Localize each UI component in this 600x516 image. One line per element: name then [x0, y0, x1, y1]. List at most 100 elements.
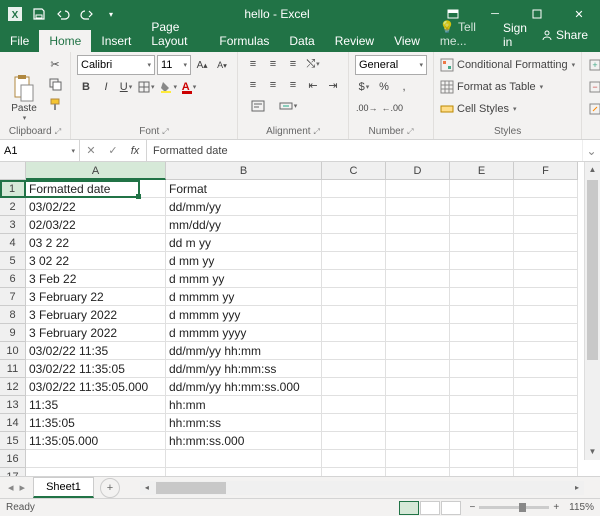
cell[interactable] [514, 306, 578, 324]
cell[interactable] [386, 198, 450, 216]
column-header[interactable]: A [26, 162, 166, 180]
cell[interactable]: 02/03/22 [26, 216, 166, 234]
cell[interactable] [386, 378, 450, 396]
page-break-view-icon[interactable] [441, 501, 461, 515]
wrap-text-icon[interactable] [244, 97, 272, 115]
column-header[interactable]: E [450, 162, 514, 180]
cell[interactable]: mm/dd/yy [166, 216, 322, 234]
row-header[interactable]: 10 [0, 342, 26, 360]
column-header[interactable]: B [166, 162, 322, 180]
scroll-down-icon[interactable]: ▼ [585, 444, 600, 460]
copy-icon[interactable] [46, 75, 64, 93]
row-header[interactable]: 5 [0, 252, 26, 270]
percent-icon[interactable]: % [375, 78, 393, 96]
name-box[interactable]: A1▾ [0, 140, 80, 161]
add-sheet-button[interactable]: + [100, 478, 120, 498]
cell[interactable] [450, 216, 514, 234]
cell[interactable] [166, 468, 322, 476]
cell[interactable] [514, 450, 578, 468]
row-header[interactable]: 14 [0, 414, 26, 432]
cell[interactable]: 3 February 2022 [26, 324, 166, 342]
tab-file[interactable]: File [0, 30, 39, 52]
cell[interactable] [450, 288, 514, 306]
cell[interactable] [322, 468, 386, 476]
scroll-left-icon[interactable]: ◂ [140, 481, 154, 495]
cell[interactable]: Format [166, 180, 322, 198]
cell[interactable] [386, 324, 450, 342]
cut-icon[interactable]: ✂ [46, 55, 64, 73]
horizontal-scrollbar[interactable]: ◂ ▸ [140, 481, 584, 495]
cell[interactable]: 11:35 [26, 396, 166, 414]
tab-view[interactable]: View [384, 30, 430, 52]
undo-icon[interactable] [52, 3, 74, 25]
cell[interactable] [322, 432, 386, 450]
column-header[interactable]: D [386, 162, 450, 180]
cell[interactable]: 03/02/22 11:35:05 [26, 360, 166, 378]
row-header[interactable]: 15 [0, 432, 26, 450]
cell[interactable] [514, 414, 578, 432]
page-layout-view-icon[interactable] [420, 501, 440, 515]
cell[interactable] [322, 414, 386, 432]
row-header[interactable]: 9 [0, 324, 26, 342]
tab-data[interactable]: Data [279, 30, 324, 52]
cell[interactable]: 11:35:05.000 [26, 432, 166, 450]
cell[interactable]: dd/mm/yy hh:mm:ss.000 [166, 378, 322, 396]
cell[interactable] [514, 396, 578, 414]
cell[interactable]: 3 02 22 [26, 252, 166, 270]
tab-page-layout[interactable]: Page Layout [141, 16, 209, 52]
cell[interactable]: d mmmm yy [166, 288, 322, 306]
decrease-indent-icon[interactable]: ⇤ [304, 76, 322, 94]
row-header[interactable]: 11 [0, 360, 26, 378]
bold-icon[interactable]: B [77, 78, 95, 96]
cell[interactable] [386, 396, 450, 414]
cell-styles-button[interactable]: Cell Styles▾ [440, 99, 575, 119]
font-size-dropdown[interactable]: 11▾ [157, 55, 191, 75]
cell[interactable]: 11:35:05 [26, 414, 166, 432]
cell[interactable]: dd/mm/yy hh:mm:ss [166, 360, 322, 378]
cell[interactable] [514, 234, 578, 252]
cell[interactable]: d mmm yy [166, 270, 322, 288]
cell[interactable] [386, 288, 450, 306]
cell[interactable] [450, 396, 514, 414]
cell[interactable] [322, 396, 386, 414]
cell[interactable] [322, 378, 386, 396]
zoom-out-icon[interactable]: − [469, 502, 475, 513]
cell[interactable] [450, 414, 514, 432]
cell[interactable] [450, 324, 514, 342]
column-header[interactable]: C [322, 162, 386, 180]
cell[interactable] [322, 216, 386, 234]
cell[interactable]: 3 February 22 [26, 288, 166, 306]
cell[interactable] [450, 432, 514, 450]
format-painter-icon[interactable] [46, 95, 64, 113]
cell[interactable] [514, 378, 578, 396]
cell[interactable] [322, 324, 386, 342]
cell[interactable] [514, 198, 578, 216]
cell[interactable] [386, 234, 450, 252]
row-header[interactable]: 12 [0, 378, 26, 396]
cell[interactable]: d mmmm yyyy [166, 324, 322, 342]
cell[interactable] [322, 342, 386, 360]
cell[interactable]: 03 2 22 [26, 234, 166, 252]
cell[interactable] [450, 378, 514, 396]
zoom-level[interactable]: 115% [569, 502, 594, 513]
cell[interactable] [514, 468, 578, 476]
save-icon[interactable] [28, 3, 50, 25]
vertical-scrollbar[interactable]: ▲ ▼ [584, 162, 600, 460]
scroll-right-icon[interactable]: ▸ [570, 481, 584, 495]
cell[interactable] [322, 234, 386, 252]
cell[interactable]: 03/02/22 11:35:05.000 [26, 378, 166, 396]
cell[interactable] [322, 288, 386, 306]
cell[interactable] [322, 306, 386, 324]
cell[interactable] [514, 288, 578, 306]
cell[interactable] [386, 180, 450, 198]
cell[interactable]: 03/02/22 [26, 198, 166, 216]
cell[interactable] [386, 414, 450, 432]
decrease-decimal-icon[interactable]: ←.00 [381, 99, 405, 117]
cell[interactable] [450, 450, 514, 468]
formula-input[interactable]: Formatted date [147, 140, 582, 161]
number-format-dropdown[interactable]: General▾ [355, 55, 427, 75]
cell[interactable] [386, 252, 450, 270]
cell[interactable]: Formatted date [26, 180, 166, 198]
cell[interactable]: 3 Feb 22 [26, 270, 166, 288]
row-header[interactable]: 16 [0, 450, 26, 468]
